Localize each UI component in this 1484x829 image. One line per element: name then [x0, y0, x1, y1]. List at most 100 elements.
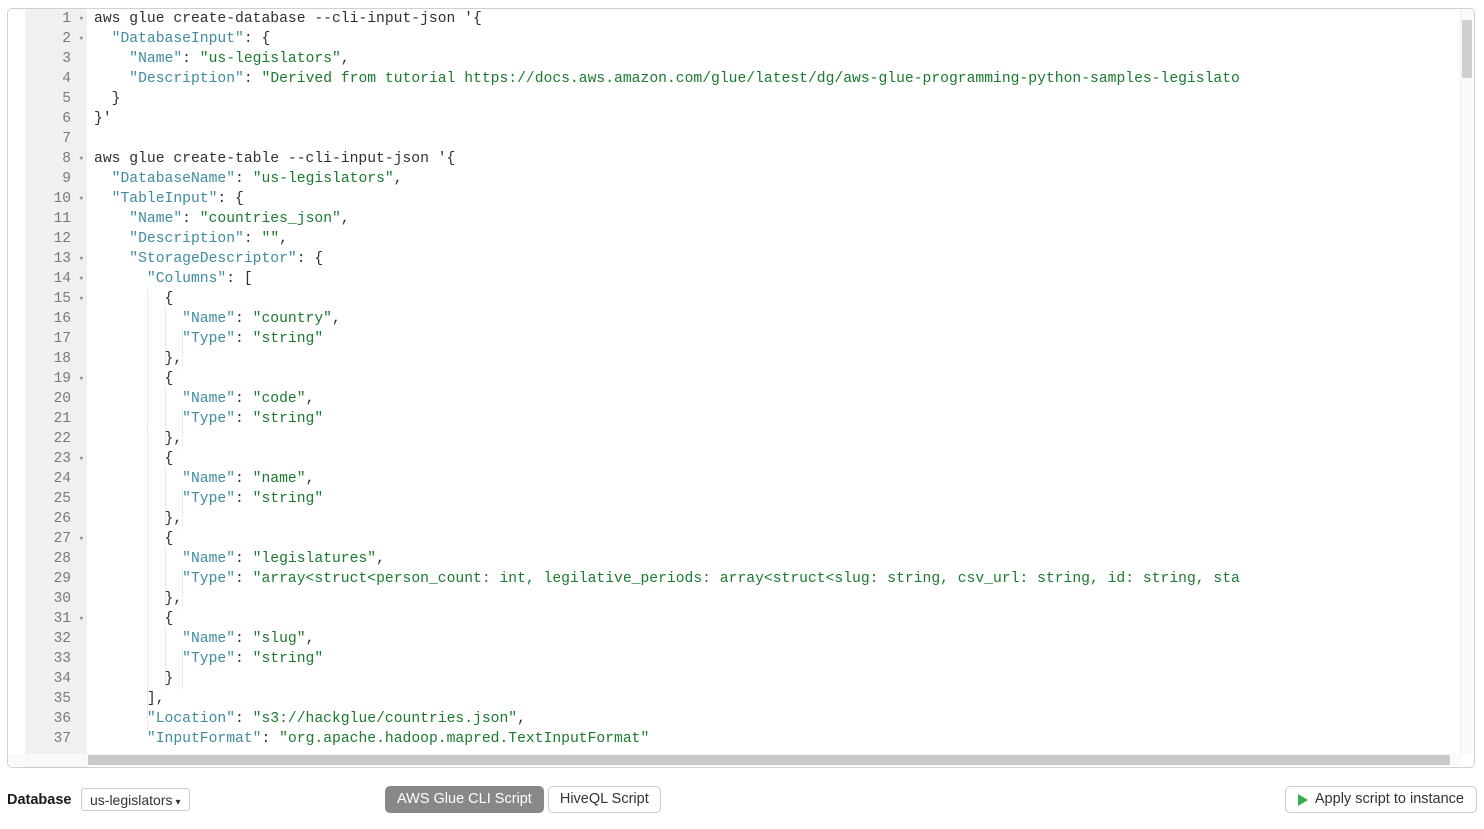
horizontal-scrollbar-thumb[interactable] — [88, 755, 1450, 765]
code-line-26[interactable]: }, — [87, 509, 1474, 529]
gutter-line-8[interactable]: 8 ▾ — [25, 149, 87, 169]
gutter-line-31[interactable]: 31 ▾ — [25, 609, 87, 629]
code-line-9[interactable]: "DatabaseName": "us-legislators", — [87, 169, 1474, 189]
fold-toggle-icon[interactable]: ▾ — [79, 369, 84, 389]
code-line-29[interactable]: "Type": "array<struct<person_count: int,… — [87, 569, 1474, 589]
gutter-line-23[interactable]: 23 ▾ — [25, 449, 87, 469]
vertical-scrollbar-thumb[interactable] — [1462, 20, 1472, 78]
gutter-line-17[interactable]: 17 — [25, 329, 87, 349]
gutter-line-11[interactable]: 11 — [25, 209, 87, 229]
gutter-line-19[interactable]: 19 ▾ — [25, 369, 87, 389]
gutter-line-10[interactable]: 10 ▾ — [25, 189, 87, 209]
tab-aws-glue-cli-script[interactable]: AWS Glue CLI Script — [385, 786, 544, 813]
code-line-6[interactable]: }' — [87, 109, 1474, 129]
fold-toggle-icon[interactable]: ▾ — [79, 189, 84, 209]
token-punct: , — [393, 171, 403, 187]
code-line-24[interactable]: "Name": "name", — [87, 469, 1474, 489]
code-line-34[interactable]: } — [87, 669, 1474, 689]
code-line-17[interactable]: "Type": "string" — [87, 329, 1474, 349]
gutter-line-22[interactable]: 22 — [25, 429, 87, 449]
gutter-line-21[interactable]: 21 — [25, 409, 87, 429]
code-line-7[interactable] — [87, 129, 1474, 149]
code-line-14[interactable]: "Columns": [ — [87, 269, 1474, 289]
code-line-15[interactable]: { — [87, 289, 1474, 309]
code-line-35[interactable]: ], — [87, 689, 1474, 709]
gutter-line-35[interactable]: 35 — [25, 689, 87, 709]
gutter-line-33[interactable]: 33 — [25, 649, 87, 669]
code-line-27[interactable]: { — [87, 529, 1474, 549]
gutter-line-7[interactable]: 7 — [25, 129, 87, 149]
gutter-line-3[interactable]: 3 — [25, 49, 87, 69]
gutter-line-15[interactable]: 15 ▾ — [25, 289, 87, 309]
gutter-line-29[interactable]: 29 — [25, 569, 87, 589]
gutter-line-9[interactable]: 9 — [25, 169, 87, 189]
code-line-4[interactable]: "Description": "Derived from tutorial ht… — [87, 69, 1474, 89]
code-line-12[interactable]: "Description": "", — [87, 229, 1474, 249]
horizontal-scrollbar[interactable] — [8, 754, 1461, 766]
line-number-gutter[interactable]: 1 ▾ 2 ▾ 3 4 5 6 7 8 ▾ 9 10 ▾ 11 12 13 ▾ 14 ▾ 15 ▾ 16 17 18 19 ▾ 20 2… — [25, 9, 87, 767]
fold-toggle-icon[interactable]: ▾ — [79, 289, 84, 309]
gutter-line-26[interactable]: 26 — [25, 509, 87, 529]
gutter-line-25[interactable]: 25 — [25, 489, 87, 509]
gutter-line-37[interactable]: 37 — [25, 729, 87, 749]
code-line-33[interactable]: "Type": "string" — [87, 649, 1474, 669]
code-line-30[interactable]: }, — [87, 589, 1474, 609]
code-line-32[interactable]: "Name": "slug", — [87, 629, 1474, 649]
code-line-37[interactable]: "InputFormat": "org.apache.hadoop.mapred… — [87, 729, 1474, 749]
gutter-line-27[interactable]: 27 ▾ — [25, 529, 87, 549]
gutter-line-14[interactable]: 14 ▾ — [25, 269, 87, 289]
code-line-16[interactable]: "Name": "country", — [87, 309, 1474, 329]
code-line-36[interactable]: "Location": "s3://hackglue/countries.jso… — [87, 709, 1474, 729]
gutter-line-36[interactable]: 36 — [25, 709, 87, 729]
gutter-line-2[interactable]: 2 ▾ — [25, 29, 87, 49]
code-line-5[interactable]: } — [87, 89, 1474, 109]
code-line-18[interactable]: }, — [87, 349, 1474, 369]
code-line-22[interactable]: }, — [87, 429, 1474, 449]
gutter-line-13[interactable]: 13 ▾ — [25, 249, 87, 269]
gutter-line-28[interactable]: 28 — [25, 549, 87, 569]
gutter-line-4[interactable]: 4 — [25, 69, 87, 89]
fold-toggle-icon[interactable]: ▾ — [79, 269, 84, 289]
database-select[interactable]: us-legislators ▾ — [81, 788, 190, 811]
tab-hiveql-script[interactable]: HiveQL Script — [547, 786, 661, 813]
fold-toggle-icon[interactable]: ▾ — [79, 449, 84, 469]
fold-toggle-icon[interactable]: ▾ — [79, 249, 84, 269]
code-line-11[interactable]: "Name": "countries_json", — [87, 209, 1474, 229]
fold-toggle-icon[interactable]: ▾ — [79, 529, 84, 549]
code-line-25[interactable]: "Type": "string" — [87, 489, 1474, 509]
gutter-line-16[interactable]: 16 — [25, 309, 87, 329]
fold-toggle-icon[interactable]: ▾ — [79, 29, 84, 49]
code-line-2[interactable]: "DatabaseInput": { — [87, 29, 1474, 49]
editor-viewport[interactable]: aws glue create-database --cli-input-jso… — [8, 9, 1474, 767]
chevron-down-icon: ▾ — [175, 797, 181, 808]
code-line-31[interactable]: { — [87, 609, 1474, 629]
fold-toggle-icon[interactable]: ▾ — [79, 609, 84, 629]
apply-script-to-instance-button[interactable]: Apply script to instance — [1284, 786, 1477, 813]
code-editor-panel[interactable]: aws glue create-database --cli-input-jso… — [7, 8, 1475, 768]
gutter-line-6[interactable]: 6 — [25, 109, 87, 129]
code-text-area[interactable]: aws glue create-database --cli-input-jso… — [87, 9, 1474, 767]
gutter-line-5[interactable]: 5 — [25, 89, 87, 109]
gutter-line-30[interactable]: 30 — [25, 589, 87, 609]
gutter-line-20[interactable]: 20 — [25, 389, 87, 409]
code-line-13[interactable]: "StorageDescriptor": { — [87, 249, 1474, 269]
gutter-line-12[interactable]: 12 — [25, 229, 87, 249]
gutter-line-18[interactable]: 18 — [25, 349, 87, 369]
code-line-8[interactable]: aws glue create-table --cli-input-json '… — [87, 149, 1474, 169]
gutter-line-1[interactable]: 1 ▾ — [25, 9, 87, 29]
code-line-20[interactable]: "Name": "code", — [87, 389, 1474, 409]
code-line-3[interactable]: "Name": "us-legislators", — [87, 49, 1474, 69]
code-line-23[interactable]: { — [87, 449, 1474, 469]
code-line-19[interactable]: { — [87, 369, 1474, 389]
code-line-1[interactable]: aws glue create-database --cli-input-jso… — [87, 9, 1474, 29]
code-line-28[interactable]: "Name": "legislatures", — [87, 549, 1474, 569]
gutter-line-32[interactable]: 32 — [25, 629, 87, 649]
gutter-line-34[interactable]: 34 — [25, 669, 87, 689]
fold-toggle-icon[interactable]: ▾ — [79, 149, 84, 169]
code-line-21[interactable]: "Type": "string" — [87, 409, 1474, 429]
code-line-10[interactable]: "TableInput": { — [87, 189, 1474, 209]
fold-toggle-icon[interactable]: ▾ — [79, 9, 84, 29]
vertical-scrollbar[interactable] — [1460, 10, 1473, 754]
gutter-line-24[interactable]: 24 — [25, 469, 87, 489]
